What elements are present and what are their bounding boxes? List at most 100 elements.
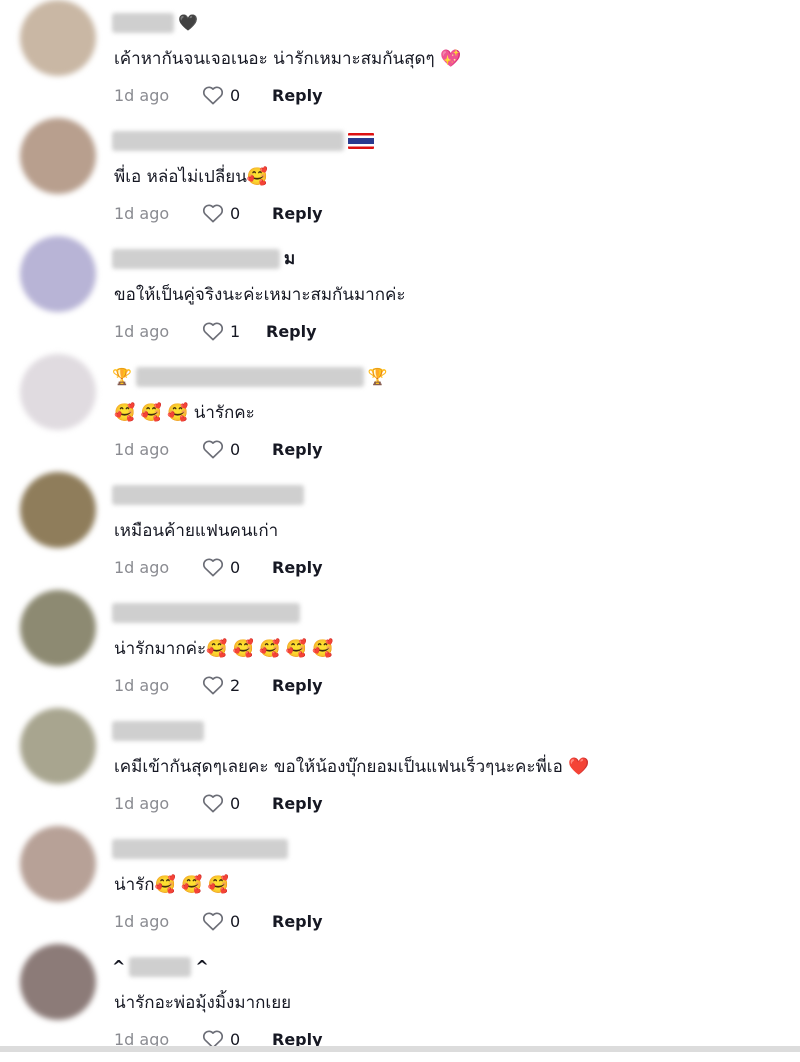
comment-meta: 1d ago 0 Reply [114, 438, 323, 460]
comment-text: 🥰 🥰 🥰 น่ารักคะ [114, 403, 255, 423]
comment-time: 1d ago [114, 321, 170, 341]
comment-text: พี่เอ หล่อไม่เปลี่ยน🥰 [114, 167, 268, 187]
like-button[interactable]: 0 [202, 439, 272, 459]
trophy-icon: 🏆 [367, 367, 388, 386]
comment-item: น่ารัก🥰 🥰 🥰 1d ago 0 Reply [0, 826, 800, 944]
like-button[interactable]: 0 [202, 911, 272, 931]
comment-item: ม ขอให้เป็นคู่จริงนะค่ะเหมาะสมกันมากค่ะ … [0, 236, 800, 354]
reply-button[interactable]: Reply [272, 912, 323, 931]
comment-text: น่ารักอะพ่อมุ้งมิ้งมากเยย [114, 993, 292, 1013]
username-suffix: ม [284, 248, 296, 269]
comment-item: น่ารักมากค่ะ🥰 🥰 🥰 🥰 🥰 1d ago 2 Reply [0, 590, 800, 708]
like-count: 0 [230, 793, 241, 813]
comment-meta: 1d ago 1 Reply [114, 320, 317, 342]
like-button[interactable]: 0 [202, 557, 272, 577]
reply-button[interactable]: Reply [266, 322, 317, 341]
comment-time: 1d ago [114, 911, 170, 931]
username[interactable]: ^ ^ [112, 956, 209, 978]
bottom-divider [0, 1046, 800, 1052]
like-button[interactable]: 1 [202, 321, 266, 341]
username[interactable] [112, 484, 304, 506]
avatar[interactable] [20, 472, 96, 548]
comment-item: 🏆 🏆 🥰 🥰 🥰 น่ารักคะ 1d ago 0 Reply [0, 354, 800, 472]
comment-time: 1d ago [114, 675, 170, 695]
avatar[interactable] [20, 354, 96, 430]
comment-text: น่ารัก🥰 🥰 🥰 [114, 875, 229, 895]
like-button[interactable]: 2 [202, 675, 272, 695]
reply-button[interactable]: Reply [272, 86, 323, 105]
black-heart-icon: 🖤 [178, 13, 198, 32]
comment-meta: 1d ago 0 Reply [114, 910, 323, 932]
heart-outline-icon [202, 322, 224, 341]
thai-flag-icon [348, 133, 374, 149]
heart-outline-icon [202, 204, 224, 223]
username-blurred [112, 13, 174, 33]
comment-item: 🖤 เค้าหากันจนเจอเนอะ น่ารักเหมาะสมกันสุด… [0, 0, 800, 118]
username-prefix: ^ [112, 957, 126, 976]
username[interactable] [112, 130, 374, 152]
heart-outline-icon [202, 86, 224, 105]
avatar[interactable] [20, 0, 96, 76]
comment-text: เคมีเข้ากันสุดๆเลยคะ ขอให้น้องบุ๊กยอมเป็… [114, 757, 590, 777]
like-count: 0 [230, 203, 241, 223]
like-button[interactable]: 0 [202, 85, 272, 105]
username[interactable]: 🖤 [112, 12, 198, 34]
comment-meta: 1d ago 0 Reply [114, 202, 323, 224]
comment-meta: 1d ago 2 Reply [114, 674, 323, 696]
like-count: 0 [230, 85, 241, 105]
username[interactable] [112, 602, 300, 624]
avatar[interactable] [20, 708, 96, 784]
username-blurred [112, 603, 300, 623]
username[interactable]: ม [112, 248, 295, 270]
like-count: 1 [230, 321, 241, 341]
reply-button[interactable]: Reply [272, 558, 323, 577]
comment-item: เคมีเข้ากันสุดๆเลยคะ ขอให้น้องบุ๊กยอมเป็… [0, 708, 800, 826]
avatar[interactable] [20, 944, 96, 1020]
avatar[interactable] [20, 118, 96, 194]
comment-meta: 1d ago 0 Reply [114, 84, 323, 106]
comment-text: น่ารักมากค่ะ🥰 🥰 🥰 🥰 🥰 [114, 639, 334, 659]
reply-button[interactable]: Reply [272, 204, 323, 223]
avatar[interactable] [20, 826, 96, 902]
username-suffix: ^ [195, 957, 209, 976]
comment-meta: 1d ago 0 Reply [114, 792, 323, 814]
username-blurred [112, 721, 204, 741]
trophy-icon: 🏆 [112, 367, 132, 386]
heart-outline-icon [202, 676, 224, 695]
heart-outline-icon [202, 440, 224, 459]
comment-time: 1d ago [114, 557, 170, 577]
like-button[interactable]: 0 [202, 793, 272, 813]
like-count: 0 [230, 911, 241, 931]
username-blurred [129, 957, 192, 977]
comment-meta: 1d ago 0 Reply [114, 556, 323, 578]
comment-text: เหมือนค้ายแฟนคนเก่า [114, 521, 279, 541]
avatar[interactable] [20, 590, 96, 666]
reply-button[interactable]: Reply [272, 440, 323, 459]
heart-outline-icon [202, 794, 224, 813]
username-blurred [112, 131, 344, 151]
comment-item: เหมือนค้ายแฟนคนเก่า 1d ago 0 Reply [0, 472, 800, 590]
like-button[interactable]: 0 [202, 203, 272, 223]
comment-item: ^ ^ น่ารักอะพ่อมุ้งมิ้งมากเยย 1d ago 0 R… [0, 944, 800, 1062]
comment-time: 1d ago [114, 85, 170, 105]
reply-button[interactable]: Reply [272, 794, 323, 813]
heart-outline-icon [202, 912, 224, 931]
comment-time: 1d ago [114, 203, 170, 223]
comment-time: 1d ago [114, 439, 170, 459]
comment-text: เค้าหากันจนเจอเนอะ น่ารักเหมาะสมกันสุดๆ … [114, 49, 462, 69]
heart-outline-icon [202, 558, 224, 577]
like-count: 0 [230, 439, 241, 459]
username-blurred [112, 839, 288, 859]
comment-time: 1d ago [114, 793, 170, 813]
like-count: 0 [230, 557, 241, 577]
reply-button[interactable]: Reply [272, 676, 323, 695]
username[interactable] [112, 720, 204, 742]
username-blurred [112, 485, 304, 505]
username[interactable] [112, 838, 288, 860]
like-count: 2 [230, 675, 241, 695]
username-blurred [135, 367, 364, 387]
avatar[interactable] [20, 236, 96, 312]
comment-text: ขอให้เป็นคู่จริงนะค่ะเหมาะสมกันมากค่ะ [114, 285, 406, 305]
comment-item: พี่เอ หล่อไม่เปลี่ยน🥰 1d ago 0 Reply [0, 118, 800, 236]
username[interactable]: 🏆 🏆 [112, 366, 388, 388]
